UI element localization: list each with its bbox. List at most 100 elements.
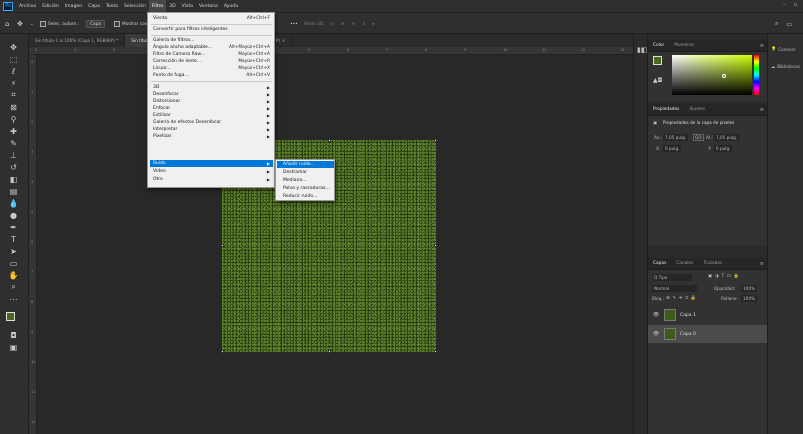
eye-icon[interactable]: 👁 [651, 331, 661, 337]
tab-channels[interactable]: Canales [671, 261, 698, 266]
transform-handle[interactable] [434, 350, 437, 353]
blur-icon[interactable]: 💧 [6, 198, 21, 208]
transform-handle[interactable] [221, 244, 224, 247]
magic-wand-icon[interactable]: ⚡ [6, 78, 21, 88]
transform-handle[interactable] [328, 350, 331, 353]
history-brush-icon[interactable]: ↺ [6, 162, 21, 172]
menu-item-dust-scratches[interactable]: Polvo y rascaduras... [277, 185, 334, 192]
menu-capa[interactable]: Capa [85, 0, 103, 12]
menu-item-distort[interactable]: Distorsionar ▶ [150, 98, 273, 105]
menu-item-add-noise[interactable]: Añadir ruido... [277, 161, 334, 168]
menu-edicion[interactable]: Edición [39, 0, 62, 12]
menu-item-despeckle[interactable]: Destramar [277, 169, 334, 176]
panel-menu-icon[interactable]: ≡ [760, 261, 764, 267]
tab-swatches[interactable]: Muestras [669, 43, 699, 48]
tab-paths[interactable]: Trazados [698, 261, 727, 266]
screen-mode-icon[interactable]: ▣ [6, 342, 21, 352]
minimize-icon[interactable]: – [783, 2, 786, 8]
eye-icon[interactable]: 👁 [651, 312, 661, 318]
workspace-icon[interactable]: ▭ [786, 21, 792, 28]
menu-item-smart-filters[interactable]: Convertir para filtros inteligentes [150, 26, 273, 33]
transform-handle[interactable] [328, 139, 331, 142]
eraser-icon[interactable]: ◧ [6, 174, 21, 184]
orbit-icon[interactable]: ◎ [330, 22, 334, 27]
frame-icon[interactable]: ⊠ [6, 102, 21, 112]
layer-row[interactable]: 👁 Capa 0 [648, 325, 768, 343]
menu-item-blur-gallery[interactable]: Galería de efectos Desenfocar ▶ [150, 119, 273, 126]
pen-icon[interactable]: ✒ [6, 222, 21, 232]
layer-row[interactable]: 👁 Capa 1 [648, 306, 768, 324]
maximize-icon[interactable]: ▫ [794, 2, 797, 8]
height-input[interactable]: 7,05 pulg. [714, 134, 740, 141]
menu-3d[interactable]: 3D [166, 0, 178, 12]
menu-item-filter-gallery[interactable]: Galería de filtros... [150, 37, 273, 44]
menu-item-adaptive-wide-angle[interactable]: Ángulo ancho adaptable... Alt+Mayús+Ctrl+… [150, 44, 273, 51]
menu-item-lens-correction[interactable]: Corrección de lente... Mayús+Ctrl+R [150, 58, 273, 65]
menu-seleccion[interactable]: Selección [121, 0, 149, 12]
hue-slider[interactable] [754, 55, 759, 95]
tab-color[interactable]: Color [648, 43, 669, 48]
learn-panel-button[interactable]: 💡 Conocer [771, 46, 796, 52]
menu-item-pixelate[interactable]: Pixelizar ▶ [150, 133, 273, 140]
menu-item-video[interactable]: Vídeo ▶ [150, 168, 273, 175]
auto-select-checkbox[interactable]: Selec. autom.: [40, 19, 79, 29]
width-input[interactable]: 7,05 pulg. [663, 134, 689, 141]
camera-icon[interactable]: ▸ [373, 22, 375, 27]
menu-item-median[interactable]: Mediana... [277, 177, 334, 184]
lasso-icon[interactable]: ℓ [6, 66, 21, 76]
y-input[interactable]: 0 pulg. [714, 145, 733, 152]
zoom-icon[interactable]: ⌕ [6, 282, 21, 292]
quick-mask-icon[interactable]: ◘ [6, 330, 21, 340]
blend-mode-dropdown[interactable]: Normal [652, 285, 697, 292]
healing-icon[interactable]: ✚ [6, 126, 21, 136]
slide-icon[interactable]: ⇕ [362, 22, 366, 27]
tab-adjustments[interactable]: Ajustes [684, 107, 710, 112]
menu-item-camera-raw[interactable]: Filtro de Camera Raw... Mayús+Ctrl+A [150, 51, 273, 58]
search-icon[interactable]: ⌕ [775, 20, 778, 28]
rectangle-icon[interactable]: ▭ [6, 258, 21, 268]
foreground-color-swatch[interactable] [6, 312, 15, 321]
show-transform-checkbox[interactable]: Mostrar con [114, 19, 148, 29]
more-tools-icon[interactable]: ⋯ [6, 294, 21, 304]
tab-layers[interactable]: Capas [648, 261, 671, 266]
ps-logo[interactable]: Ps [3, 1, 13, 11]
crop-icon[interactable]: ⌗ [6, 90, 21, 100]
hand-icon[interactable]: ✋ [6, 270, 21, 280]
tool-preset-dropdown[interactable]: ⌄ [30, 19, 34, 29]
menu-item-vanishing-point[interactable]: Punto de fuga... Alt+Ctrl+V [150, 72, 273, 79]
drag-icon[interactable]: ✣ [351, 22, 355, 27]
marquee-icon[interactable]: ⬚ [6, 54, 21, 64]
panel-menu-icon[interactable]: ≡ [760, 107, 764, 113]
x-input[interactable]: 0 pulg. [663, 145, 682, 152]
menu-item-liquify[interactable]: Licuar... Mayús+Ctrl+X [150, 65, 273, 72]
link-dimensions-button[interactable]: GO [693, 134, 704, 141]
menu-vista[interactable]: Vista [179, 0, 196, 12]
menu-ventana[interactable]: Ventana [196, 0, 221, 12]
menu-ayuda[interactable]: Ayuda [221, 0, 241, 12]
menu-item-noise[interactable]: Ruido ▶ [150, 160, 273, 167]
color-picker-cursor[interactable] [722, 74, 726, 78]
move-icon[interactable]: ✥ [17, 19, 23, 29]
menu-item-blur[interactable]: Desenfocar ▶ [150, 91, 273, 98]
menu-item-sharpen[interactable]: Enfocar ▶ [150, 105, 273, 112]
menu-texto[interactable]: Texto [103, 0, 121, 12]
menu-item-reduce-noise[interactable]: Reducir ruido... [277, 193, 334, 200]
transform-handle[interactable] [221, 350, 224, 353]
menu-filtro[interactable]: Filtro [148, 0, 167, 12]
transform-handle[interactable] [434, 244, 437, 247]
eyedropper-icon[interactable]: ⚲ [6, 114, 21, 124]
menu-item-other[interactable]: Otro ▶ [150, 176, 273, 183]
menu-item-viento[interactable]: Viento Alt+Ctrl+F [150, 15, 273, 22]
layer-filter-dropdown[interactable]: Q Tipo [652, 274, 692, 281]
dodge-icon[interactable]: ● [6, 210, 21, 220]
menu-item-stylize[interactable]: Estilizar ▶ [150, 112, 273, 119]
move-icon[interactable]: ✥ [6, 42, 21, 52]
opacity-input[interactable]: 100% [741, 285, 757, 292]
home-icon[interactable]: ⌂ [5, 19, 9, 29]
libraries-panel-button[interactable]: ☁ Bibliotecas [771, 64, 800, 69]
more-options-button[interactable]: ••• [290, 19, 298, 29]
gradient-icon[interactable]: ▤ [6, 186, 21, 196]
lock-icons[interactable]: ⊠✎✣⌗🔒 [666, 295, 699, 301]
stamp-icon[interactable]: ⊥ [6, 150, 21, 160]
history-panel-icon[interactable]: ▮◧ [637, 46, 647, 54]
